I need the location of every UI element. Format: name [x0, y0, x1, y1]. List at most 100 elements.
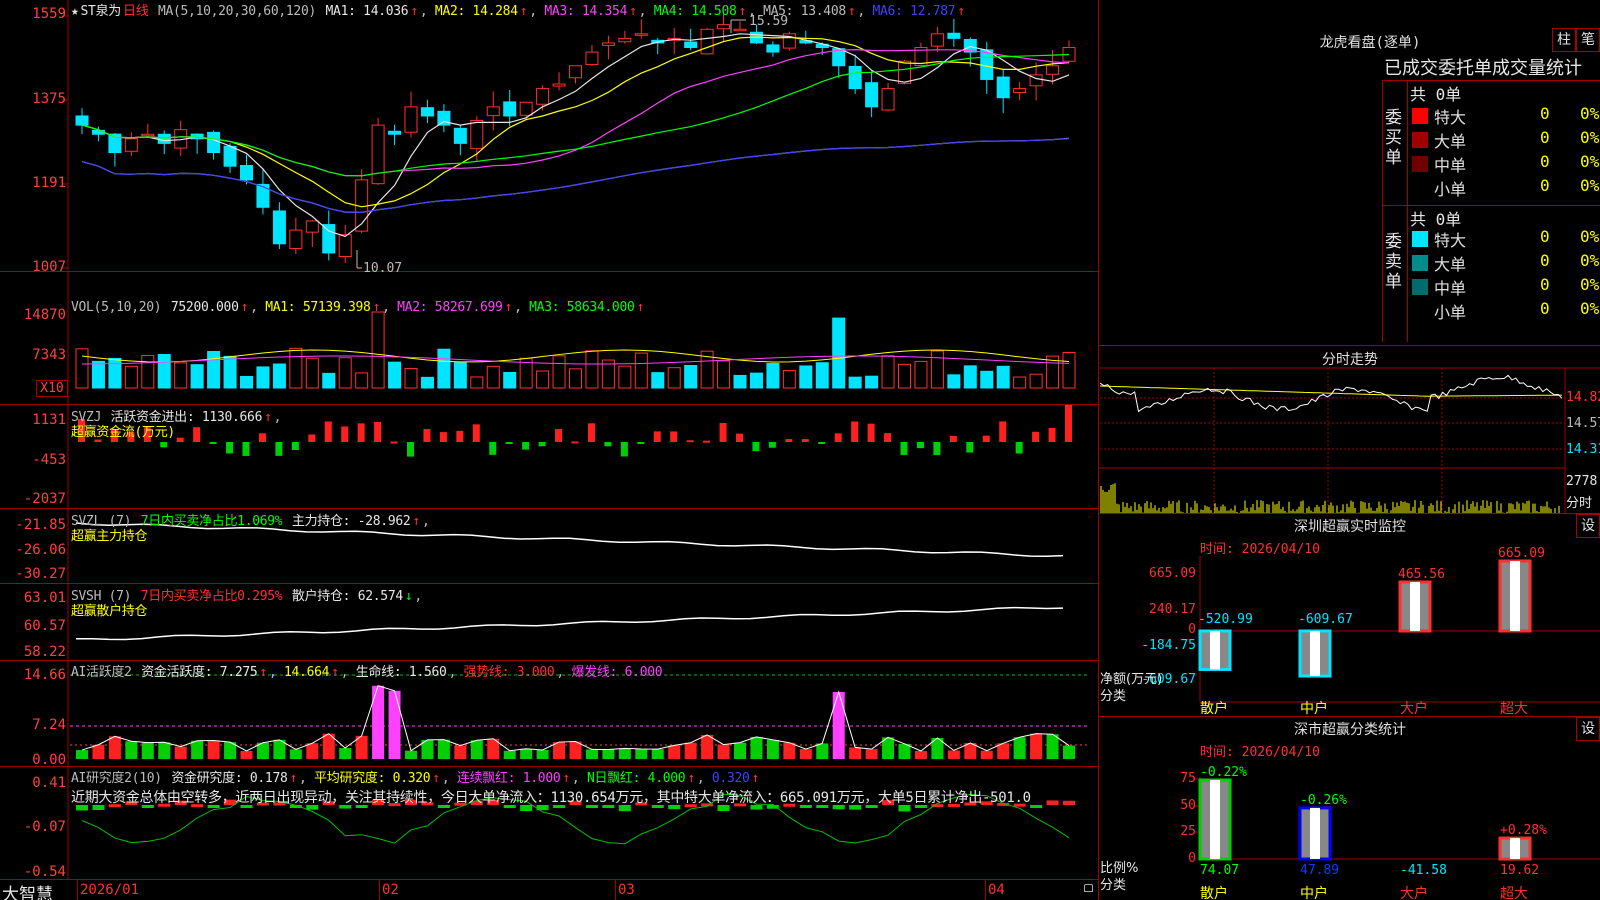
classify-panel: 深市超赢分类统计 设 时间: 2026/04/10 -0.22% 74.07 -0.…: [1100, 716, 1600, 900]
volume-bar: [305, 357, 319, 389]
activity-bar: [92, 744, 105, 759]
candle-body: [519, 101, 533, 116]
activity-bar: [191, 740, 204, 759]
classify-cat: 散户: [1200, 886, 1228, 900]
volume-chart[interactable]: [0, 272, 1098, 405]
ai-research-pane[interactable]: 0.41 -0.07 -0.54 AI研究度2(10) 资金研究度: 0.178…: [0, 767, 1098, 880]
monitor-cat: 散户: [1200, 701, 1228, 717]
monitor-bar-highlight: [1210, 631, 1220, 670]
ai-lifeline: 生命线: 1.560: [355, 665, 447, 680]
vol-unit-label: X10: [36, 380, 68, 397]
flow-bar: [341, 426, 349, 442]
monitor-ytick: 0: [1188, 622, 1196, 637]
candle-body: [601, 42, 615, 46]
favorite-star-icon[interactable]: ★: [71, 4, 79, 19]
flow-bar: [900, 442, 908, 455]
candle-body: [141, 133, 155, 137]
row-pct: 0%: [1580, 176, 1600, 195]
date-tick: 04: [988, 882, 1005, 898]
date-axis-bar: 大智慧 2026/01 02 03 04: [0, 879, 1098, 900]
classify-change-label: +0.28%: [1500, 823, 1547, 838]
pen-mode-button[interactable]: 笔: [1576, 28, 1600, 52]
row-count: 0: [1540, 299, 1550, 318]
flow-bar: [472, 424, 480, 442]
activity-bar: [372, 685, 385, 759]
kline-chart[interactable]: [0, 0, 1098, 272]
activity-bar: [503, 750, 516, 759]
classify-value-label: 19.62: [1500, 863, 1539, 878]
volume-bar: [404, 368, 418, 389]
brand-logo: 大智慧: [2, 885, 53, 900]
flow-bar: [160, 442, 168, 448]
high-price-label: 15.59: [749, 14, 789, 29]
flow-bar: [719, 422, 727, 442]
svsh-pane[interactable]: 63.01 60.57 58.22 SVSH (7) 7日内买卖净占比0.295…: [0, 584, 1098, 661]
svzl-ytick: -26.06: [15, 542, 66, 558]
activity-bar: [454, 745, 467, 759]
ma6-value: MA6: 12.787: [872, 4, 956, 19]
ai-research-ytick: -0.54: [23, 864, 66, 880]
monitor-bar-highlight: [1410, 582, 1420, 631]
volume-bar: [486, 365, 500, 389]
volume-bar: [536, 370, 550, 389]
volume-bar: [75, 348, 89, 389]
activity-bar: [717, 744, 730, 759]
flow-bar: [587, 423, 595, 442]
volume-bar: [1013, 376, 1027, 389]
activity-bar: [76, 750, 88, 759]
candle-body: [470, 120, 484, 149]
volume-bar: [585, 350, 599, 389]
intraday-ytick: 14.31: [1566, 442, 1600, 457]
flow-bar: [489, 442, 497, 455]
flow-bar: [324, 421, 332, 442]
flow-bar: [1015, 442, 1023, 454]
kline-pane[interactable]: 1559 1375 1191 1007 ★ ST泉为 日线 MA(5,10,20,3…: [0, 0, 1098, 276]
period-label[interactable]: 日线: [123, 4, 149, 19]
monitor-ytick: 240.17: [1149, 602, 1196, 617]
row-count: 0: [1540, 275, 1550, 294]
volume-bar: [618, 365, 632, 389]
flow-bar: [785, 439, 793, 442]
intraday-ytick: 14.82: [1566, 390, 1600, 405]
ai-activity-pane[interactable]: 14.66 7.24 0.00 AI活跃度2 资金活跃度: 7.275 ↑, 14…: [0, 661, 1098, 768]
candle-body: [569, 65, 582, 79]
row-count: 0: [1540, 251, 1550, 270]
volume-bar: [157, 354, 171, 389]
classify-ytick: 25: [1180, 824, 1196, 839]
volume-bar: [947, 374, 961, 389]
activity-bar: [750, 736, 763, 759]
vol-ma3: MA3: 58634.000: [529, 300, 635, 315]
volume-bar: [799, 365, 813, 389]
kline-ytick: 1375: [32, 91, 66, 107]
volume-bar: [749, 372, 763, 389]
volume-pane[interactable]: 14870 7343 X10 VOL(5,10,20) 75200.000 ↑, …: [0, 272, 1098, 405]
bar-mode-button[interactable]: 柱: [1552, 28, 1576, 52]
intraday-panel[interactable]: 分时走势 14.82 14.57 14.31 2778 分时: [1100, 345, 1600, 514]
intraday-chart[interactable]: [1100, 346, 1600, 514]
row-label: 小单: [1434, 303, 1467, 322]
activity-bar: [207, 740, 220, 759]
volume-bar: [996, 365, 1010, 389]
buy-row: 特大 0 0%: [1410, 104, 1600, 128]
intraday-vol-max: 2778: [1566, 474, 1598, 489]
flow-bar: [966, 442, 974, 453]
monitor-bar-highlight: [1510, 561, 1520, 631]
candle-body: [75, 115, 89, 126]
volume-bar: [1062, 351, 1076, 389]
color-swatch: [1412, 255, 1428, 271]
lock-icon[interactable]: [1084, 884, 1093, 892]
sell-row: 中单 0 0%: [1410, 275, 1600, 299]
volume-bar: [371, 311, 385, 389]
candle-body: [585, 51, 599, 66]
candle-body: [766, 44, 780, 53]
svsh-ratio: 7日内买卖净占比0.295%: [140, 589, 283, 604]
flow-bar: [308, 434, 316, 442]
svzl-pane[interactable]: -21.85 -26.06 -30.27 SVZL (7) 7日内买卖净占比1.…: [0, 509, 1098, 584]
volume-bar: [1029, 373, 1043, 389]
activity-bar: [783, 742, 796, 759]
candle-body: [322, 224, 336, 254]
candle-body: [536, 88, 550, 105]
row-pct: 0%: [1580, 104, 1600, 123]
candle-body: [700, 28, 714, 55]
svzj-pane[interactable]: 1131 -453 -2037 SVZJ 活跃资金进出: 1130.666 ↑, …: [0, 405, 1098, 509]
